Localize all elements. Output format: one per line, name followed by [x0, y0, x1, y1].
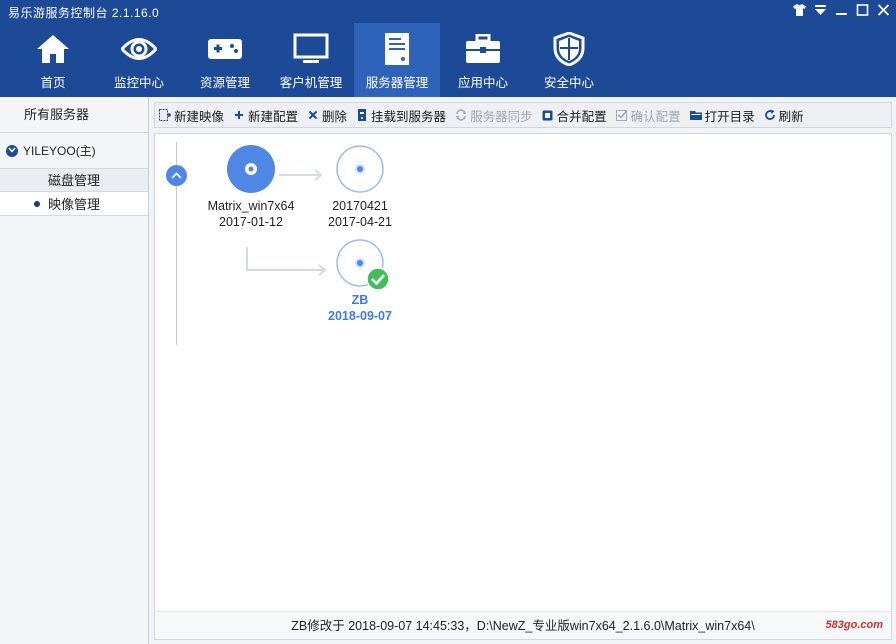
gamepad-icon: [205, 29, 245, 69]
close-icon[interactable]: [876, 4, 890, 18]
image-node-current[interactable]: ZB 2018-09-07: [310, 239, 410, 324]
nav-security[interactable]: 安全中心: [526, 23, 612, 97]
new-image-button[interactable]: 新建映像: [159, 106, 224, 125]
folder-icon: [689, 109, 702, 121]
disc-icon[interactable]: [336, 239, 390, 291]
chevron-down-icon[interactable]: [6, 144, 18, 157]
nav-clients[interactable]: 客户机管理: [268, 23, 354, 97]
nav-home[interactable]: 首页: [10, 23, 96, 97]
nav-label: 资源管理: [199, 76, 250, 90]
refresh-button[interactable]: 刷新: [764, 106, 804, 125]
image-node-child[interactable]: 20170421 2017-04-21: [310, 145, 410, 230]
nav-label: 首页: [40, 76, 66, 90]
image-node-name: Matrix_win7x64: [207, 199, 295, 213]
nav-label: 服务器管理: [365, 76, 429, 90]
window-controls: [792, 4, 890, 18]
refresh-label: 刷新: [778, 109, 804, 124]
sidebar-server-label: YILEYOO(主): [23, 144, 96, 158]
confirm-config-label: 确认配置: [630, 109, 681, 124]
new-config-label: 新建配置: [248, 109, 299, 124]
nav-label: 应用中心: [457, 76, 508, 90]
monitor-icon: [291, 29, 331, 69]
open-directory-label: 打开目录: [704, 109, 755, 124]
main-nav: 首页 监控中心 资源管理 客户机管理 服务器管理 应用中心 安全中心: [10, 23, 612, 97]
watermark: 583go.com: [825, 619, 883, 631]
confirm-config-button[interactable]: 确认配置: [615, 106, 681, 125]
delete-button[interactable]: 删除: [307, 106, 347, 125]
sidebar-server[interactable]: YILEYOO(主): [0, 133, 148, 169]
open-directory-button[interactable]: 打开目录: [689, 106, 755, 125]
sidebar-item-image-management[interactable]: 映像管理: [0, 192, 148, 216]
mount-to-server-button[interactable]: 挂载到服务器: [356, 106, 446, 125]
home-icon: [33, 29, 73, 69]
refresh-icon: [764, 109, 776, 121]
sync-icon: [455, 109, 467, 121]
nav-label: 客户机管理: [279, 76, 343, 90]
merge-icon: [542, 109, 554, 121]
disc-icon[interactable]: [227, 145, 275, 193]
image-node-name: 20170421: [332, 199, 388, 213]
new-image-icon: [159, 109, 171, 121]
nav-monitor[interactable]: 监控中心: [96, 23, 182, 97]
image-tree-panel: Matrix_win7x64 2017-01-12 20170421 2017-…: [154, 133, 892, 640]
image-node-name: ZB: [351, 293, 369, 307]
maximize-icon[interactable]: [855, 4, 869, 18]
app-title: 易乐游服务控制台 2.1.16.0: [8, 6, 160, 20]
toolbox-icon: [463, 29, 503, 69]
sidebar-item-label: 映像管理: [48, 197, 101, 212]
nav-resources[interactable]: 资源管理: [182, 23, 268, 97]
delete-label: 删除: [322, 109, 348, 124]
server-sync-button[interactable]: 服务器同步: [455, 106, 533, 125]
mount-icon: [356, 109, 368, 121]
merge-config-label: 合并配置: [556, 109, 607, 124]
image-node-root[interactable]: Matrix_win7x64 2017-01-12: [201, 145, 301, 230]
plus-icon: [233, 109, 245, 121]
disc-icon[interactable]: [336, 145, 384, 193]
bullet-icon: [34, 200, 40, 207]
new-config-button[interactable]: 新建配置: [233, 106, 298, 125]
toolbar: 新建映像 新建配置 删除 挂载到服务器 服务器同步 合并配置 确认配置 打开目录…: [154, 102, 892, 128]
server-icon: [377, 29, 417, 69]
new-image-label: 新建映像: [174, 109, 225, 124]
nav-server-management[interactable]: 服务器管理: [354, 23, 440, 97]
nav-label: 监控中心: [113, 76, 164, 90]
merge-config-button[interactable]: 合并配置: [542, 106, 607, 125]
confirm-icon: [615, 109, 628, 121]
delete-icon: [307, 109, 319, 121]
check-icon: [366, 267, 390, 291]
image-node-date: 2018-09-07: [328, 309, 392, 323]
shirt-icon[interactable]: [792, 4, 806, 18]
image-node-date: 2017-04-21: [328, 215, 392, 229]
image-node-date: 2017-01-12: [219, 215, 283, 229]
status-bar: ZB修改于 2018-09-07 14:45:33，D:\NewZ_专业版win…: [155, 611, 891, 639]
sidebar: 所有服务器 YILEYOO(主) 磁盘管理 映像管理: [0, 97, 149, 644]
shield-icon: [549, 29, 589, 69]
sidebar-header[interactable]: 所有服务器: [0, 97, 148, 133]
sidebar-group-disk: 磁盘管理: [0, 169, 148, 192]
mount-to-server-label: 挂载到服务器: [371, 109, 447, 124]
minimize-icon[interactable]: [834, 4, 848, 18]
title-bar: 易乐游服务控制台 2.1.16.0 首页 监控中心 资源管理 客户机管理 服务器…: [0, 0, 896, 97]
eye-icon: [119, 29, 159, 69]
nav-label: 安全中心: [543, 76, 594, 90]
server-sync-label: 服务器同步: [470, 109, 533, 124]
nav-apps[interactable]: 应用中心: [440, 23, 526, 97]
dropdown-icon[interactable]: [813, 4, 827, 18]
